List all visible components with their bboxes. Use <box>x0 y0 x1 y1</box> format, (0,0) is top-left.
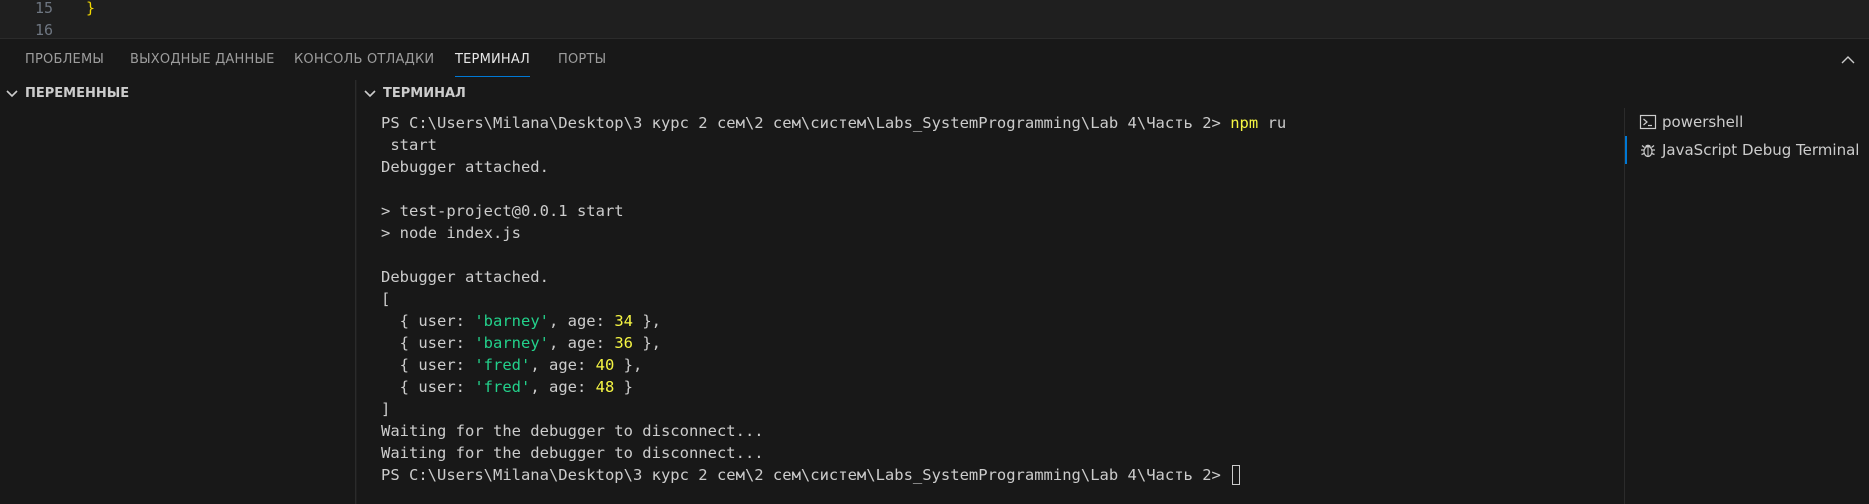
terminal-line: Waiting for the debugger to disconnect..… <box>381 422 764 440</box>
tab-ports[interactable]: ПОРТЫ <box>558 39 606 80</box>
editor-area: 15 } 16 <box>0 0 1869 38</box>
terminal-list: powershell JavaScript Debug Terminal <box>1624 108 1869 504</box>
number-value: 36 <box>614 334 633 352</box>
code-text: } <box>86 0 96 17</box>
command-name: npm <box>1230 114 1259 132</box>
terminal-line: Debugger attached. <box>381 268 549 286</box>
terminal-line: > node index.js <box>381 224 521 242</box>
debug-bug-icon <box>1641 144 1655 158</box>
terminal-title: ТЕРМИНАЛ <box>383 86 466 101</box>
tab-output[interactable]: ВЫХОДНЫЕ ДАННЫЕ <box>130 39 275 80</box>
line-number: 16 <box>34 21 53 38</box>
terminal-line: > test-project@0.0.1 start <box>381 202 624 220</box>
prompt-text: PS C:\Users\Milana\Desktop\3 курс 2 сем\… <box>381 114 1221 132</box>
terminal-line: { user: 'barney', age: 34 }, <box>381 312 661 330</box>
chevron-down-icon <box>364 90 376 98</box>
tab-problems[interactable]: ПРОБЛЕМЫ <box>25 39 104 80</box>
terminal-output[interactable]: PS C:\Users\Milana\Desktop\3 курс 2 сем\… <box>357 108 1624 504</box>
variables-title: ПЕРЕМЕННЫЕ <box>25 86 130 101</box>
separator: , <box>651 334 661 352</box>
editor-line: 15 } <box>0 0 1869 19</box>
editor-line: 16 <box>0 19 1869 38</box>
variables-header[interactable]: ПЕРЕМЕННЫЕ <box>0 80 356 108</box>
panel-tab-bar: ПРОБЛЕМЫ ВЫХОДНЫЕ ДАННЫЕ КОНСОЛЬ ОТЛАДКИ… <box>0 38 1869 80</box>
terminal-item-label: JavaScript Debug Terminal <box>1662 141 1860 159</box>
chevron-up-icon[interactable] <box>1837 49 1859 71</box>
terminal-prompt-line[interactable]: PS C:\Users\Milana\Desktop\3 курс 2 сем\… <box>381 464 1241 486</box>
string-value: 'fred' <box>474 378 531 396</box>
chevron-down-icon <box>6 90 18 98</box>
number-value: 34 <box>614 312 633 330</box>
separator: , <box>633 356 643 374</box>
terminal-cursor <box>1232 465 1241 485</box>
string-value: 'fred' <box>474 356 531 374</box>
terminal-line: [ <box>381 290 391 308</box>
number-value: 48 <box>595 378 615 396</box>
tab-terminal[interactable]: ТЕРМИНАЛ <box>455 39 530 80</box>
terminal-item-label: powershell <box>1662 113 1744 131</box>
terminal-line: { user: 'fred', age: 40 }, <box>381 356 643 374</box>
separator: , <box>651 312 661 330</box>
number-value: 40 <box>595 356 615 374</box>
prompt-text: PS C:\Users\Milana\Desktop\3 курс 2 сем\… <box>381 466 1221 484</box>
terminal-header[interactable]: ТЕРМИНАЛ <box>357 80 1869 108</box>
terminal-powershell-icon <box>1639 114 1657 130</box>
terminal-line: ] <box>381 400 391 418</box>
terminal-item-js-debug[interactable]: JavaScript Debug Terminal <box>1625 136 1869 164</box>
terminal-line: PS C:\Users\Milana\Desktop\3 курс 2 сем\… <box>381 112 1286 134</box>
string-value: 'barney' <box>474 334 549 352</box>
terminal-item-powershell[interactable]: powershell <box>1625 108 1869 136</box>
terminal-line: Waiting for the debugger to disconnect..… <box>381 444 764 462</box>
terminal-line: Debugger attached. <box>381 158 549 176</box>
tab-debug-console[interactable]: КОНСОЛЬ ОТЛАДКИ <box>294 39 434 80</box>
terminal-line: { user: 'fred', age: 48 } <box>381 378 633 396</box>
terminal-line: { user: 'barney', age: 36 }, <box>381 334 661 352</box>
terminal-line: start <box>381 136 437 154</box>
line-number: 15 <box>34 0 53 17</box>
command-args: ru <box>1267 114 1287 132</box>
string-value: 'barney' <box>474 312 549 330</box>
variables-pane <box>0 108 356 504</box>
